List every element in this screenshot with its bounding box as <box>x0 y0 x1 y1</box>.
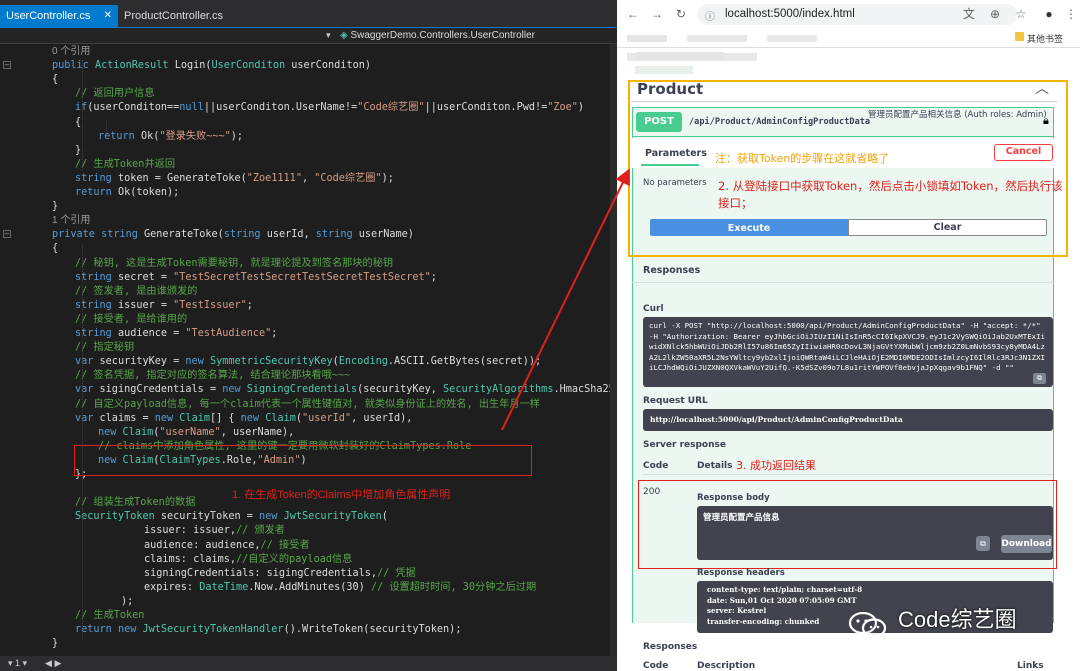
blurred-content <box>635 52 725 60</box>
code-line[interactable]: return new JwtSecurityTokenHandler().Wri… <box>75 623 461 637</box>
code-line[interactable]: var claims = new Claim[] { new Claim("us… <box>75 412 412 426</box>
annotation-step3: 3. 成功返回结果 <box>736 459 816 472</box>
code-line[interactable]: return Ok(token); <box>75 186 179 200</box>
code-line[interactable]: // 自定义payload信息, 每一个claim代表一个属性键值对, 就类似身… <box>75 398 540 412</box>
response-headers-heading: Response headers <box>697 568 785 578</box>
code-line[interactable]: expires: DateTime.Now.AddMinutes(30) // … <box>144 581 536 595</box>
chevron-down-icon[interactable]: ▾ <box>326 28 331 44</box>
divider <box>632 282 1054 283</box>
class-navigation-dropdown[interactable]: ◈ SwaggerDemo.Controllers.UserController <box>340 28 535 44</box>
code-line[interactable]: string secret = "TestSecretTestSecretTes… <box>75 271 437 285</box>
code-editor: UserController.cs ✕ ProductController.cs … <box>0 0 617 671</box>
indent-guide <box>82 60 83 170</box>
highlight-box-claims <box>74 445 532 476</box>
code-line[interactable]: claims: claims,//自定义的payload信息 <box>144 553 352 567</box>
line-gutter: − − <box>0 44 30 656</box>
code-line[interactable]: // 签名凭据, 指定对应的签名算法, 结合理论那块看哦~~~ <box>75 369 350 383</box>
responses-description-header: Description <box>697 661 756 671</box>
code-line[interactable]: 0 个引用 <box>52 45 90 59</box>
tab-label: ProductController.cs <box>124 10 224 22</box>
code-line[interactable]: string token = GenerateToke("Zoe1111", "… <box>75 172 394 186</box>
code-line[interactable]: // 返回用户信息 <box>75 87 155 101</box>
request-url-heading: Request URL <box>643 396 708 406</box>
code-line[interactable]: { <box>75 116 81 130</box>
editor-status-bar: ▾ 1 ▾ ◀ ▶ <box>0 656 617 671</box>
code-line[interactable]: // 签发者, 是由谁颁发的 <box>75 285 197 299</box>
code-line[interactable]: } <box>52 200 58 214</box>
code-line[interactable]: // 指定秘钥 <box>75 341 134 355</box>
tab-user-controller[interactable]: UserController.cs ✕ <box>0 5 118 27</box>
collapse-icon[interactable]: − <box>3 61 11 70</box>
curl-heading: Curl <box>643 304 664 314</box>
responses-links-header: Links <box>1017 661 1044 671</box>
editor-tab-bar: UserController.cs ✕ ProductController.cs <box>0 0 617 28</box>
code-line[interactable]: private string GenerateToke(string userI… <box>52 228 414 242</box>
code-line[interactable]: 1 个引用 <box>52 214 90 228</box>
server-response-heading: Server response <box>643 440 726 450</box>
status-zoom[interactable]: ▾ 1 ▾ <box>8 658 27 668</box>
code-line[interactable]: string issuer = "TestIssuer"; <box>75 299 253 313</box>
responses-heading: Responses <box>643 265 701 276</box>
code-line[interactable]: audience: audience,// 接受者 <box>144 539 310 553</box>
blurred-content <box>635 66 693 74</box>
responses-heading-2: Responses <box>643 642 698 652</box>
code-line[interactable]: // 接受者, 是给谁用的 <box>75 313 187 327</box>
code-line[interactable]: var sigingCredentials = new SigningCrede… <box>75 383 617 397</box>
code-line[interactable]: var securityKey = new SymmetricSecurityK… <box>75 355 541 369</box>
code-line[interactable]: public ActionResult Login(UserConditon u… <box>52 59 371 73</box>
code-line[interactable]: issuer: issuer,// 颁发者 <box>144 524 285 538</box>
divider <box>643 474 1053 475</box>
code-line[interactable]: // 生成Token <box>75 609 144 623</box>
watermark-text: Code综艺圈 <box>898 607 1017 632</box>
nav-path-label: SwaggerDemo.Controllers.UserController <box>350 30 535 41</box>
responses-code-header: Code <box>643 661 669 671</box>
code-line[interactable]: return Ok("登录失败~~~"); <box>98 130 243 144</box>
code-line[interactable]: new Claim("userName", userName), <box>98 426 294 440</box>
code-line[interactable]: // 秘钥, 这是生成Token需要秘钥, 就是理论提及到签名那块的秘钥 <box>75 257 393 271</box>
code-line[interactable]: // 组装生成Token的数据 <box>75 496 195 510</box>
code-line[interactable]: SecurityToken securityToken = new JwtSec… <box>75 510 388 524</box>
code-line[interactable]: signingCredentials: sigingCredentials,//… <box>144 567 416 581</box>
details-column-header: Details <box>697 461 733 471</box>
indent-guide <box>106 120 107 135</box>
wechat-icon <box>848 612 887 638</box>
curl-command[interactable]: curl -X POST "http://localhost:5000/api/… <box>643 317 1053 387</box>
tab-label: UserController.cs <box>6 10 91 22</box>
highlight-box-operation <box>628 80 1068 257</box>
code-line[interactable]: ); <box>121 595 133 609</box>
code-line[interactable]: } <box>75 144 81 158</box>
class-icon: ◈ <box>340 30 351 41</box>
editor-scrollbar[interactable] <box>610 44 617 656</box>
annotation-step1: 1. 在生成Token的Claims中增加角色属性声明 <box>232 489 451 501</box>
close-icon[interactable]: ✕ <box>104 5 112 27</box>
code-line[interactable]: // 生成Token并返回 <box>75 158 175 172</box>
copy-icon[interactable]: ⧉ <box>1033 373 1046 384</box>
tab-product-controller[interactable]: ProductController.cs <box>118 5 230 27</box>
header-line: content-type: text/plain; charset=utf-8 <box>707 585 863 594</box>
code-area[interactable]: 0 个引用 public ActionResult Login(UserCondi… <box>30 44 617 656</box>
nav-arrows[interactable]: ◀ ▶ <box>45 658 61 668</box>
request-url[interactable]: http://localhost:5000/api/Product/AdminC… <box>643 409 1053 431</box>
highlight-box-result <box>638 480 1057 569</box>
indent-guide <box>82 245 83 640</box>
navigation-bar: ▾ ◈ SwaggerDemo.Controllers.UserControll… <box>0 28 617 44</box>
code-column-header: Code <box>643 461 669 471</box>
collapse-icon[interactable]: − <box>3 230 11 239</box>
code-line[interactable]: } <box>52 637 58 651</box>
code-line[interactable]: string audience = "TestAudience"; <box>75 327 277 341</box>
code-line[interactable]: if(userConditon==null||userConditon.User… <box>75 101 584 115</box>
swagger-ui: Product ︿ POST /api/Product/AdminConfigP… <box>617 0 1080 671</box>
code-line[interactable]: { <box>52 73 58 87</box>
code-line[interactable]: { <box>52 242 58 256</box>
